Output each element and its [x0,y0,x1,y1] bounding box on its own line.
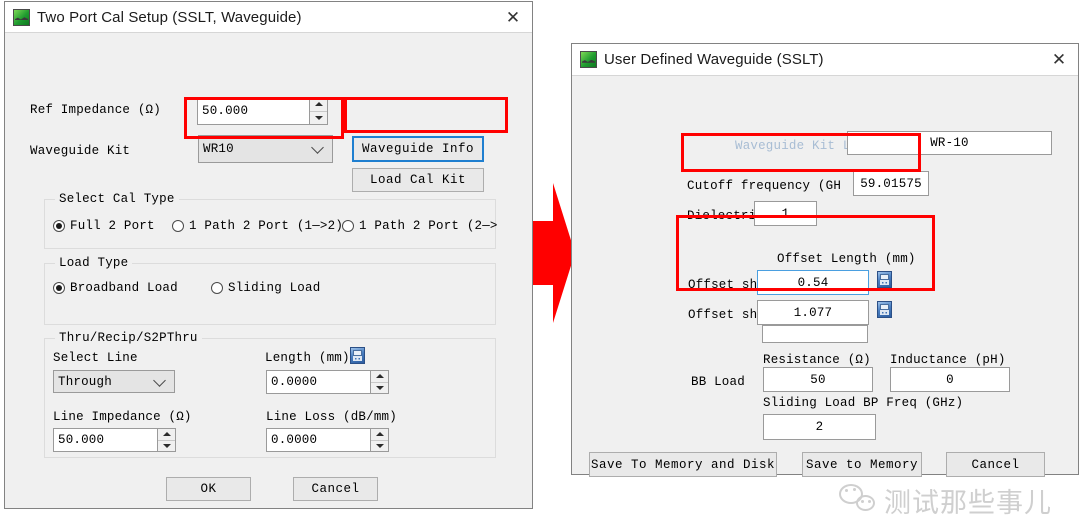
offset-short-input-1[interactable]: 0.54 [757,270,869,295]
select-line-label: Select Line [53,351,138,365]
radio-1-path-2-port-2to1[interactable]: 1 Path 2 Port (2—> [342,219,498,233]
dielectric-input[interactable]: 1 [754,201,817,226]
length-step-up[interactable] [371,371,388,383]
right-cancel-button[interactable]: Cancel [946,452,1045,477]
left-dialog-title: Two Port Cal Setup (SSLT, Waveguide) [37,8,302,26]
radio-indicator [211,282,223,294]
offset-short-input-2[interactable]: 1.077 [757,300,869,325]
resistance-label: Resistance (Ω) [763,353,871,367]
radio-label: Full 2 Port [70,219,155,233]
close-icon[interactable]: ✕ [500,5,526,29]
waveguide-kit-select[interactable]: WR10 [198,135,333,163]
length-stepper[interactable] [371,370,389,394]
load-type-title: Load Type [55,256,133,270]
radio-indicator [172,220,184,232]
calculator-icon[interactable] [877,271,892,288]
user-defined-waveguide-dialog: User Defined Waveguide (SSLT) ✕ Waveguid… [571,43,1079,519]
radio-1-path-2-port-1to2[interactable]: 1 Path 2 Port (1—>2) [172,219,343,233]
right-dialog-body: Waveguide Kit Label WR-10 Cutoff frequen… [572,75,1078,519]
radio-label: Sliding Load [228,281,321,295]
length-step-down[interactable] [371,383,388,394]
length-input[interactable]: 0.0000 [266,370,371,394]
radio-indicator [342,220,354,232]
load-cal-kit-button[interactable]: Load Cal Kit [352,168,484,192]
ref-impedance-input[interactable]: 50.000 [197,97,310,125]
ok-button[interactable]: OK [166,477,251,501]
radio-sliding-load[interactable]: Sliding Load [211,281,320,295]
offset-short-input-3[interactable] [762,325,868,343]
line-loss-step-down[interactable] [371,441,388,452]
ref-impedance-label: Ref Impedance (Ω) [30,103,161,117]
select-line-value: Through [58,374,112,389]
radio-indicator [53,282,65,294]
thru-recip-title: Thru/Recip/S2PThru [55,331,202,345]
radio-full-2-port[interactable]: Full 2 Port [53,219,155,233]
length-label: Length (mm) [265,351,350,365]
inductance-input[interactable]: 0 [890,367,1010,392]
left-dialog-titlebar: Two Port Cal Setup (SSLT, Waveguide) ✕ [5,2,532,32]
ref-impedance-step-down[interactable] [310,112,327,125]
left-cancel-button[interactable]: Cancel [293,477,378,501]
watermark: 测试那些事儿 [839,481,1052,520]
left-dialog-body: Ref Impedance (Ω) 50.000 Waveguide Kit W… [5,32,532,508]
sliding-load-bp-freq-input[interactable]: 2 [763,414,876,440]
line-loss-step-up[interactable] [371,429,388,441]
offset-length-title: Offset Length (mm) [777,252,916,266]
cutoff-frequency-input[interactable]: 59.01575 [853,171,929,196]
bb-load-label: BB Load [691,375,745,389]
ref-impedance-stepper[interactable] [310,97,328,125]
close-icon[interactable]: ✕ [1046,48,1072,72]
app-chart-icon [13,8,30,26]
line-impedance-input[interactable]: 50.000 [53,428,158,452]
radio-label: 1 Path 2 Port (1—>2) [189,219,344,233]
ref-impedance-step-up[interactable] [310,98,327,112]
select-line-select[interactable]: Through [53,370,175,393]
waveguide-kit-value: WR10 [203,142,234,156]
waveguide-kit-label: Waveguide Kit [30,144,131,158]
chevron-down-icon [311,141,324,154]
flow-arrow-icon [533,183,575,323]
line-impedance-step-down[interactable] [158,441,175,452]
two-port-cal-setup-dialog: Two Port Cal Setup (SSLT, Waveguide) ✕ R… [4,1,533,509]
save-to-memory-and-disk-button[interactable]: Save To Memory and Disk [589,452,777,477]
inductance-label: Inductance (pH) [890,353,1006,367]
calculator-icon[interactable] [877,301,892,318]
radio-broadband-load[interactable]: Broadband Load [53,281,178,295]
sliding-load-bp-freq-label: Sliding Load BP Freq (GHz) [763,396,964,410]
line-loss-input[interactable]: 0.0000 [266,428,371,452]
app-chart-icon [580,51,597,68]
save-to-memory-button[interactable]: Save to Memory [802,452,922,477]
right-dialog-title: User Defined Waveguide (SSLT) [604,51,824,68]
radio-label: 1 Path 2 Port (2—> [359,219,498,233]
radio-label: Broadband Load [70,281,178,295]
waveguide-kit-label-input[interactable]: WR-10 [847,131,1052,155]
chevron-down-icon [153,373,166,387]
calculator-icon[interactable] [350,347,365,364]
dielectric-label: Dielectri [687,209,757,223]
resistance-input[interactable]: 50 [763,367,873,392]
wechat-icon [839,484,879,517]
line-loss-label: Line Loss (dB/mm) [266,410,397,424]
waveguide-info-button[interactable]: Waveguide Info [352,136,484,162]
line-impedance-stepper[interactable] [158,428,176,452]
cutoff-frequency-label: Cutoff frequency (GH [687,179,842,193]
line-loss-stepper[interactable] [371,428,389,452]
radio-indicator [53,220,65,232]
select-cal-type-title: Select Cal Type [55,192,179,206]
line-impedance-step-up[interactable] [158,429,175,441]
line-impedance-label: Line Impedance (Ω) [53,410,192,424]
watermark-text: 测试那些事儿 [884,488,1052,519]
right-dialog-titlebar: User Defined Waveguide (SSLT) ✕ [572,44,1078,75]
